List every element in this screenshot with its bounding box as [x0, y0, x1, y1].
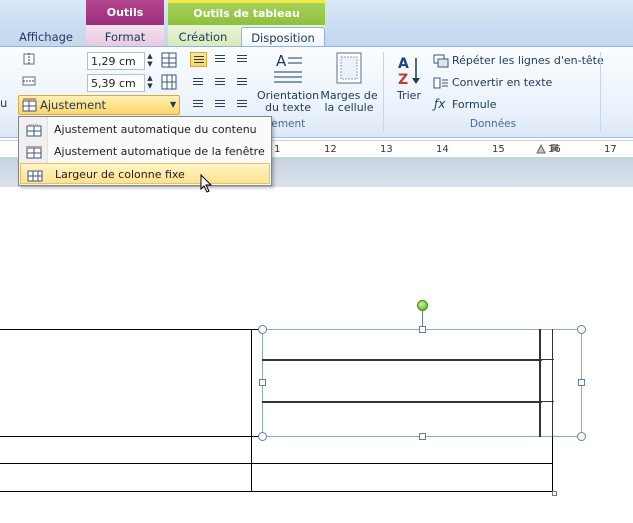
resize-handle-top-right[interactable] [577, 325, 586, 334]
inner-table-line [539, 329, 541, 437]
cell-margins-label-2: la cellule [324, 101, 374, 114]
resize-handle-bottom[interactable] [419, 433, 426, 440]
ruler-number: 12 [324, 144, 337, 155]
align-lines-icon [215, 100, 225, 108]
align-top-left-button[interactable] [190, 52, 207, 67]
autofit-menu: Ajustement automatique du contenu Ajuste… [18, 116, 272, 186]
inner-table-line [262, 359, 542, 361]
resize-handle-top[interactable] [419, 326, 426, 333]
table-column-width-input[interactable]: 5,39 cm [87, 74, 145, 92]
svg-text:A: A [398, 56, 409, 72]
fixed-column-width-icon [27, 168, 43, 182]
text-direction-icon[interactable]: A [272, 52, 304, 86]
align-lines-icon [237, 55, 247, 63]
inner-table-line [262, 401, 542, 403]
align-top-center-button[interactable] [212, 52, 229, 67]
convert-to-text-button[interactable]: Convertir en texte [452, 76, 552, 89]
ruler-number: 17 [604, 144, 617, 155]
table-column-border [251, 329, 252, 492]
align-bottom-center-button[interactable] [212, 97, 229, 112]
sort-icon[interactable]: A Z [396, 54, 422, 88]
cell-margins-button[interactable]: Marges de la cellule [318, 90, 380, 114]
align-bottom-left-button[interactable] [190, 97, 207, 112]
align-lines-icon [215, 55, 225, 63]
cell-margins-icon[interactable] [336, 52, 362, 84]
align-top-right-button[interactable] [234, 52, 251, 67]
resize-handle-top-left[interactable] [258, 325, 267, 334]
text-direction-button[interactable]: Orientation du texte [254, 90, 322, 114]
column-marker-icon[interactable] [536, 143, 546, 155]
context-header-image-tools: Outils Image [86, 0, 164, 45]
group-separator [383, 52, 384, 132]
autofit-icon [22, 98, 37, 112]
align-lines-icon [237, 78, 247, 86]
menu-item-fixed-column-width[interactable]: Largeur de colonne fixe [20, 163, 270, 184]
menu-item-label: Ajustement automatique de la fenêtre [54, 145, 265, 158]
sort-button-label[interactable]: Trier [392, 90, 426, 102]
menu-item-autofit-window[interactable]: Ajustement automatique de la fenêtre [20, 141, 270, 162]
align-lines-icon [215, 78, 225, 86]
align-lines-icon [193, 78, 203, 86]
tab-creation[interactable]: Création [172, 27, 234, 47]
resize-handle-right[interactable] [578, 379, 585, 386]
convert-to-text-icon [433, 76, 449, 90]
ruler-number: 13 [380, 144, 393, 155]
distribute-columns-icon[interactable] [161, 74, 177, 90]
menu-item-label: Ajustement automatique du contenu [54, 123, 257, 136]
autofit-window-icon [26, 145, 42, 159]
row-height-icon [22, 52, 36, 66]
autofit-dropdown-button[interactable]: Ajustement automatique ▼ [18, 95, 180, 130]
context-header-table-tools: Outils de tableau [168, 0, 325, 25]
resize-handle-bottom-right[interactable] [577, 432, 586, 441]
table-resize-handle[interactable] [552, 491, 557, 496]
row-height-stepper[interactable]: ▲ ▼ [146, 52, 154, 70]
distribute-rows-icon[interactable] [161, 52, 177, 68]
mouse-cursor-icon [200, 173, 214, 194]
data-group-label: Données [469, 118, 517, 130]
group-separator [600, 52, 601, 132]
align-middle-left-button[interactable] [190, 75, 207, 90]
truncated-label: u [0, 96, 8, 110]
column-width-icon [22, 74, 36, 88]
column-width-stepper[interactable]: ▲ ▼ [146, 74, 154, 92]
repeat-header-rows-button[interactable]: Répéter les lignes d'en-tête [452, 54, 604, 67]
inner-table-line [552, 329, 553, 437]
menu-item-label: Largeur de colonne fixe [55, 168, 185, 181]
align-middle-right-button[interactable] [234, 75, 251, 90]
align-lines-icon [194, 56, 204, 64]
table-row-height-input[interactable]: 1,29 cm [87, 52, 145, 70]
svg-text:A: A [276, 52, 287, 70]
tab-affichage[interactable]: Affichage [14, 27, 78, 47]
align-lines-icon [193, 100, 203, 108]
formula-icon: ƒx [434, 97, 446, 111]
table-border-bottom [0, 491, 553, 492]
ruler-number: 1 [274, 144, 281, 155]
table-row-border [0, 463, 553, 464]
resize-handle-bottom-left[interactable] [258, 432, 267, 441]
table-border-right [552, 436, 553, 492]
menu-item-autofit-contents[interactable]: Ajustement automatique du contenu [20, 119, 270, 140]
tab-format[interactable]: Format [94, 27, 156, 47]
ruler-number: 14 [436, 144, 449, 155]
svg-text:Z: Z [398, 72, 408, 86]
rotation-stem [422, 309, 423, 327]
resize-handle-left[interactable] [259, 379, 266, 386]
formula-button[interactable]: Formule [452, 98, 497, 111]
ruler-number: 15 [492, 144, 505, 155]
rotation-handle-icon[interactable] [417, 300, 428, 311]
align-middle-center-button[interactable] [212, 75, 229, 90]
selected-object-frame[interactable] [262, 329, 582, 437]
align-lines-icon [237, 100, 247, 108]
repeat-header-rows-icon [433, 54, 449, 68]
text-direction-label-2: du texte [265, 101, 311, 114]
chevron-down-icon: ▼ [170, 100, 177, 109]
align-bottom-right-button[interactable] [234, 97, 251, 112]
autofit-contents-icon [26, 123, 42, 137]
table-move-marker-icon[interactable]: ▦ [550, 143, 559, 153]
